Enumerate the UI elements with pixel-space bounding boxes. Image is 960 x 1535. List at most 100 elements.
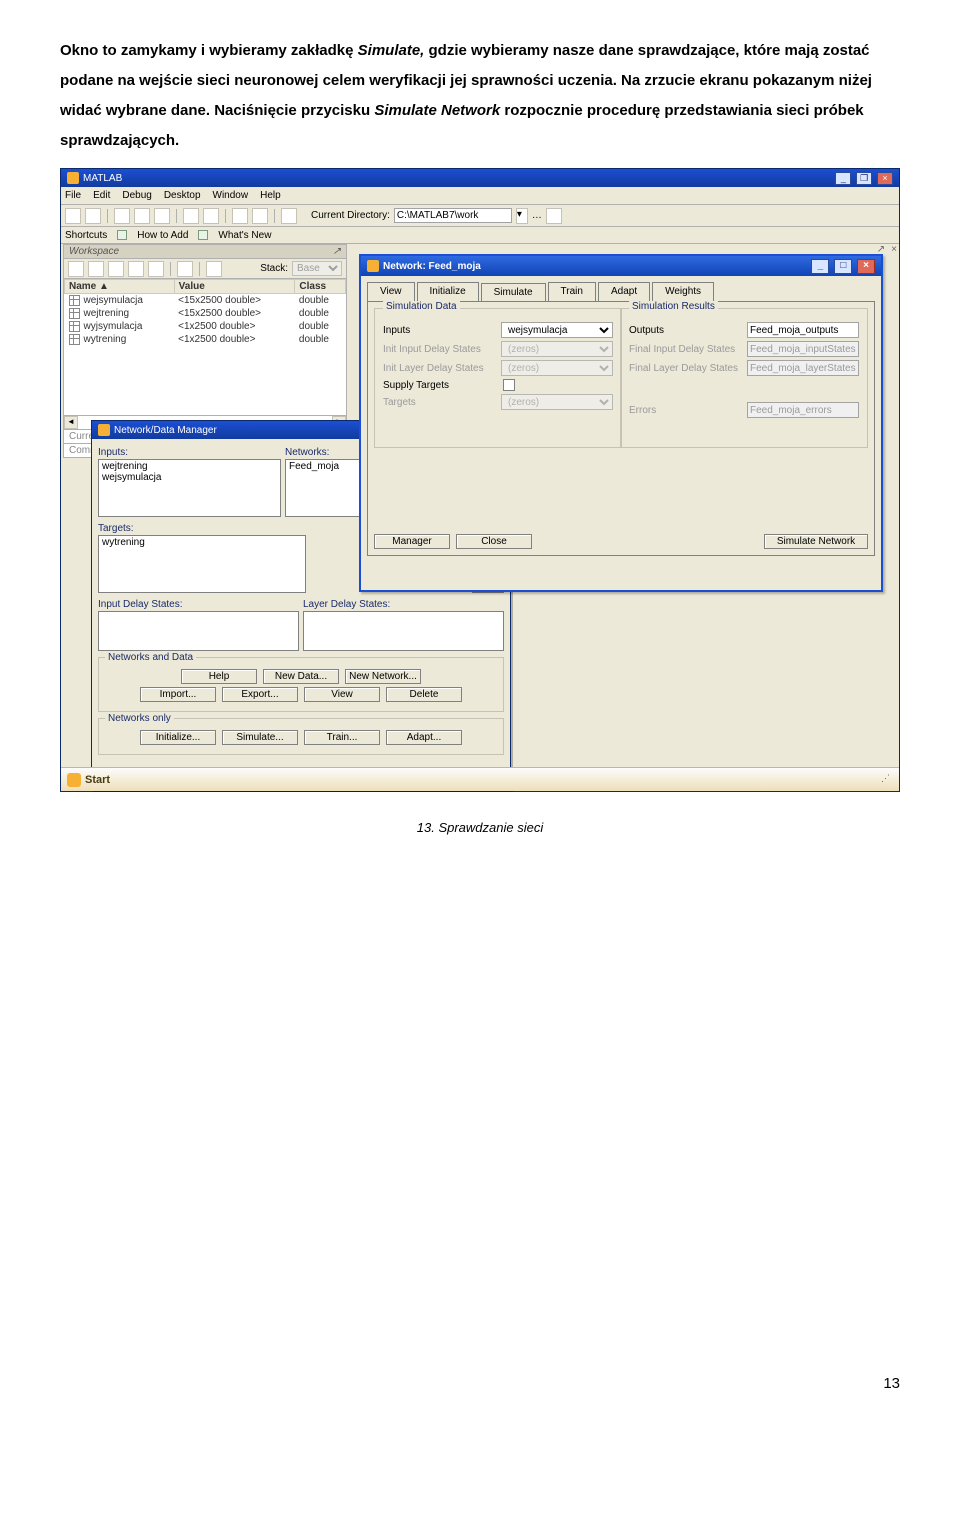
col-value[interactable]: Value [174, 280, 295, 294]
menu-file[interactable]: File [65, 190, 81, 201]
menu-edit[interactable]: Edit [93, 190, 110, 201]
supply-targets-checkbox[interactable] [503, 379, 515, 391]
paste-icon[interactable] [154, 208, 170, 224]
howto-link[interactable]: How to Add [137, 230, 188, 241]
ws-icon[interactable] [108, 261, 124, 277]
outputs-input[interactable] [747, 322, 859, 338]
close-button[interactable]: × [877, 172, 893, 185]
col-class[interactable]: Class [295, 280, 346, 294]
toolbar: Current Directory: ▾ … [61, 205, 899, 227]
whatsnew-link[interactable]: What's New [218, 230, 271, 241]
minimize-button[interactable]: _ [835, 172, 851, 185]
guide-icon[interactable] [252, 208, 268, 224]
list-item[interactable]: wytrening [100, 537, 304, 548]
close-button[interactable]: Close [456, 534, 532, 549]
layer-delay-list[interactable] [303, 611, 504, 651]
inputs-label: Inputs [383, 325, 501, 336]
current-dir-input[interactable] [394, 208, 512, 223]
view-button[interactable]: View [304, 687, 380, 702]
dir-up-icon[interactable] [546, 208, 562, 224]
simulation-results-group: Simulation Results Outputs Final Input D… [620, 308, 868, 448]
ws-icon[interactable] [206, 261, 222, 277]
networks-and-data-section: Networks and Data Help New Data... New N… [98, 657, 504, 712]
tab-weights[interactable]: Weights [652, 282, 714, 301]
menu-help[interactable]: Help [260, 190, 281, 201]
input-delay-list[interactable] [98, 611, 299, 651]
inputs-select[interactable]: wejsymulacja [501, 322, 613, 338]
tab-initialize[interactable]: Initialize [417, 282, 479, 301]
tab-view[interactable]: View [367, 282, 415, 301]
errors-input [747, 402, 859, 418]
init-layer-delay-select: (zeros) [501, 360, 613, 376]
page-number: 13 [60, 1375, 900, 1392]
section-title: Networks and Data [105, 652, 196, 663]
undo-icon[interactable] [183, 208, 199, 224]
tab-train[interactable]: Train [548, 282, 596, 301]
import-button[interactable]: Import... [140, 687, 216, 702]
export-button[interactable]: Export... [222, 687, 298, 702]
open-icon[interactable] [85, 208, 101, 224]
col-name[interactable]: Name ▲ [65, 280, 175, 294]
targets-list[interactable]: wytrening [98, 535, 306, 593]
ws-icon[interactable] [148, 261, 164, 277]
inputs-list[interactable]: wejtrening wejsymulacja [98, 459, 281, 517]
train-button[interactable]: Train... [304, 730, 380, 745]
delete-button[interactable]: Delete [386, 687, 462, 702]
emphasis: Simulate Network [374, 102, 500, 119]
init-input-delay-select: (zeros) [501, 341, 613, 357]
dir-dropdown-icon[interactable]: ▾ [516, 208, 528, 224]
ws-icon[interactable] [68, 261, 84, 277]
matlab-icon [367, 260, 379, 272]
supply-targets-label: Supply Targets [383, 380, 503, 391]
window-title: Network: Feed_moja [383, 261, 481, 272]
ws-icon[interactable] [88, 261, 104, 277]
list-item[interactable]: wejsymulacja [100, 472, 279, 483]
start-button[interactable]: Start [65, 773, 110, 787]
cut-icon[interactable] [114, 208, 130, 224]
minimize-button[interactable]: _ [811, 259, 829, 274]
menu-desktop[interactable]: Desktop [164, 190, 201, 201]
help-icon[interactable] [281, 208, 297, 224]
close-button[interactable]: × [857, 259, 875, 274]
table-row[interactable]: wytrening<1x2500 double>double [65, 333, 346, 346]
help-button[interactable]: Help [181, 669, 257, 684]
close-panel-icon[interactable]: × [891, 244, 897, 258]
table-row[interactable]: wejtrening<15x2500 double>double [65, 307, 346, 320]
initialize-button[interactable]: Initialize... [140, 730, 216, 745]
new-network-button[interactable]: New Network... [345, 669, 421, 684]
window-title: MATLAB [83, 173, 122, 184]
stack-select[interactable]: Base [292, 261, 342, 276]
ws-icon[interactable] [128, 261, 144, 277]
matlab-window: MATLAB _ ❐ × File Edit Debug Desktop Win… [60, 168, 900, 792]
targets-select: (zeros) [501, 394, 613, 410]
variable-icon [69, 334, 80, 345]
redo-icon[interactable] [203, 208, 219, 224]
simulink-icon[interactable] [232, 208, 248, 224]
menu-debug[interactable]: Debug [122, 190, 151, 201]
table-row[interactable]: wejsymulacja<15x2500 double>double [65, 294, 346, 308]
browse-label: … [532, 210, 542, 221]
tab-simulate[interactable]: Simulate [481, 283, 546, 302]
list-item[interactable]: wejtrening [100, 461, 279, 472]
ws-icon[interactable] [177, 261, 193, 277]
new-icon[interactable] [65, 208, 81, 224]
adapt-button[interactable]: Adapt... [386, 730, 462, 745]
menu-window[interactable]: Window [213, 190, 249, 201]
simulation-data-group: Simulation Data Inputswejsymulacja Init … [374, 308, 622, 448]
table-row[interactable]: wyjsymulacja<1x2500 double>double [65, 320, 346, 333]
workspace-title: Workspace↗ [63, 244, 347, 259]
outputs-label: Outputs [629, 325, 747, 336]
copy-icon[interactable] [134, 208, 150, 224]
simulate-button[interactable]: Simulate... [222, 730, 298, 745]
group-title: Simulation Results [629, 301, 718, 312]
network-window: Network: Feed_moja _ □ × View Initialize… [359, 254, 883, 592]
maximize-button[interactable]: □ [834, 259, 852, 274]
maximize-button[interactable]: ❐ [856, 172, 872, 185]
manager-button[interactable]: Manager [374, 534, 450, 549]
simulate-network-button[interactable]: Simulate Network [764, 534, 868, 549]
scroll-left-icon[interactable]: ◄ [64, 416, 78, 429]
menubar: File Edit Debug Desktop Window Help [61, 187, 899, 205]
emphasis: Simulate, [358, 42, 429, 59]
tab-adapt[interactable]: Adapt [598, 282, 650, 301]
new-data-button[interactable]: New Data... [263, 669, 339, 684]
